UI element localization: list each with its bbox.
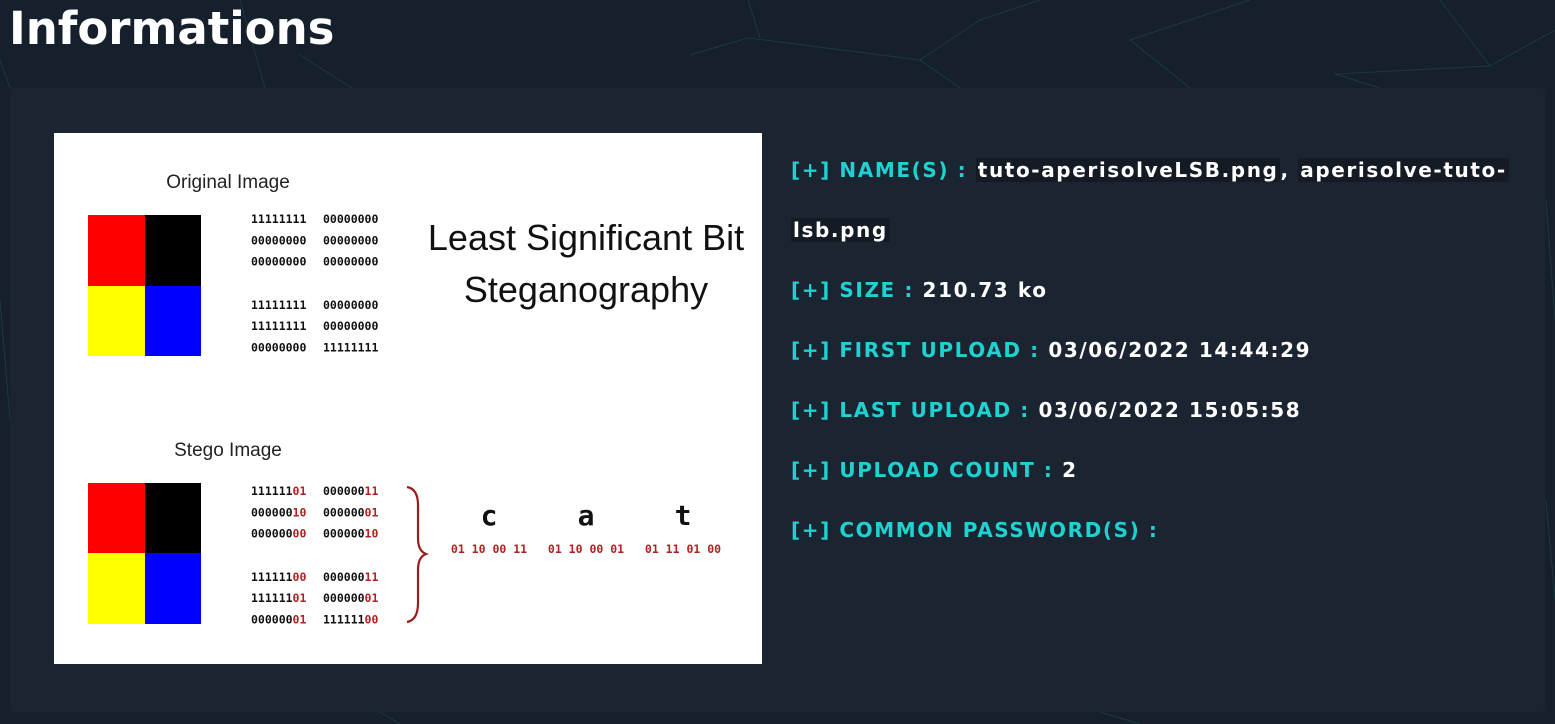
stego-blue-square	[145, 553, 201, 624]
size-row: [+] SIZE : 210.73 ko	[791, 260, 1511, 320]
original-yellow-square	[88, 286, 145, 356]
size-label: [+] SIZE :	[791, 278, 923, 302]
last-upload-row: [+] LAST UPLOAD : 03/06/2022 15:05:58	[791, 380, 1511, 440]
original-bits-cell: 11111111	[251, 212, 306, 226]
name-value-1: tuto-aperisolveLSB.png	[975, 158, 1281, 182]
stego-color-grid	[88, 483, 201, 624]
letter-char: t	[675, 499, 692, 532]
file-info: [+] NAME(S) : tuto-aperisolveLSB.png, ap…	[791, 140, 1511, 560]
lsb-heading-line1: Least Significant Bit	[428, 217, 744, 258]
informations-panel: Original Image 11111111 00000000 00000000 0…	[10, 88, 1545, 712]
original-bits-cell: 00000000	[323, 298, 378, 312]
letter-bits: 01 10 00 01	[548, 542, 624, 556]
original-bits-cell: 00000000	[323, 212, 378, 226]
stego-bits-cell: 00000010	[323, 527, 378, 541]
name-value-2-part1: aperisolve-tuto-	[1298, 158, 1509, 182]
original-bits-cell: 11111111	[251, 319, 306, 333]
name-separator: ,	[1280, 158, 1299, 182]
original-bits-cell: 00000000	[251, 341, 306, 355]
stego-bits-cell: 11111101	[251, 484, 306, 498]
original-bits-cell: 00000000	[323, 255, 378, 269]
letter-bits: 01 11 01 00	[645, 542, 721, 556]
stego-bits-cell: 00000001	[323, 591, 378, 605]
stego-black-square	[145, 483, 201, 553]
names-row-continued: lsb.png	[791, 200, 1511, 260]
stego-bits-cell: 00000000	[251, 527, 306, 541]
original-bits-cell: 00000000	[323, 319, 378, 333]
size-value: 210.73 ko	[922, 278, 1048, 302]
original-bits-cell: 00000000	[251, 233, 306, 247]
stego-bits-cell: 11111100	[251, 570, 306, 584]
stego-bits-cell: 00000001	[251, 613, 306, 627]
original-bits: 11111111 00000000 00000000 00000000 00000000…	[251, 212, 378, 355]
stego-bits-cell: 00000011	[323, 570, 378, 584]
letter-char: c	[481, 499, 498, 532]
last-upload-value: 03/06/2022 15:05:58	[1038, 398, 1302, 422]
stego-bits-cell: 11111101	[251, 591, 306, 605]
original-black-square	[145, 215, 201, 286]
stego-bits: 11111101 00000011 00000010 00000001 00000000…	[251, 484, 378, 627]
common-passwords-label: [+] COMMON PASSWORD(S) :	[791, 518, 1159, 542]
upload-count-row: [+] UPLOAD COUNT : 2	[791, 440, 1511, 500]
lsb-heading-line2: Steganography	[464, 269, 708, 310]
last-upload-label: [+] LAST UPLOAD :	[791, 398, 1039, 422]
letter-char: a	[578, 499, 595, 532]
stego-yellow-square	[88, 553, 145, 624]
original-image-title: Original Image	[166, 172, 290, 193]
first-upload-row: [+] FIRST UPLOAD : 03/06/2022 14:44:29	[791, 320, 1511, 380]
letter-bits: 01 10 00 11	[451, 542, 527, 556]
common-passwords-row: [+] COMMON PASSWORD(S) :	[791, 500, 1511, 560]
stego-red-square	[88, 483, 145, 553]
image-preview[interactable]: Original Image 11111111 00000000 00000000 0…	[54, 133, 762, 664]
upload-count-label: [+] UPLOAD COUNT :	[791, 458, 1063, 482]
names-row: [+] NAME(S) : tuto-aperisolveLSB.png, ap…	[791, 140, 1511, 200]
stego-bits-cell: 00000001	[323, 505, 378, 519]
original-bits-cell: 11111111	[251, 298, 306, 312]
preview-image: Original Image 11111111 00000000 00000000 0…	[88, 172, 744, 627]
stego-bits-cell: 00000010	[251, 505, 306, 519]
name-value-2-part2: lsb.png	[791, 218, 890, 242]
original-red-square	[88, 215, 145, 286]
first-upload-value: 03/06/2022 14:44:29	[1048, 338, 1312, 362]
stego-bits-cell: 00000011	[323, 484, 378, 498]
stego-bits-cell: 11111100	[323, 613, 378, 627]
names-label: [+] NAME(S) :	[791, 158, 976, 182]
letter-decoding: c 01 10 00 11 a 01 10 00 01 t 01 11 01 00	[451, 499, 721, 556]
original-bits-cell: 11111111	[323, 341, 378, 355]
page-title: Informations	[9, 2, 335, 55]
original-bits-cell: 00000000	[323, 233, 378, 247]
original-color-grid	[88, 215, 201, 356]
original-bits-cell: 00000000	[251, 255, 306, 269]
brace-shape	[406, 485, 430, 624]
upload-count-value: 2	[1062, 458, 1078, 482]
stego-image-title: Stego Image	[174, 440, 282, 461]
original-blue-square	[145, 286, 201, 356]
first-upload-label: [+] FIRST UPLOAD :	[791, 338, 1049, 362]
